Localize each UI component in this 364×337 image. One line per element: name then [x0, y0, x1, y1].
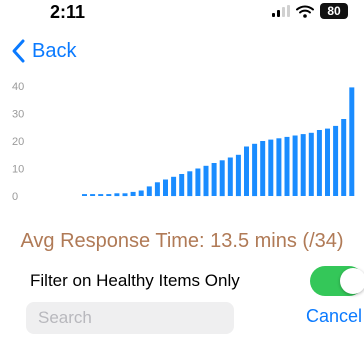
- chart-bar: [219, 160, 225, 197]
- battery-icon: 80: [320, 3, 348, 19]
- cancel-button[interactable]: Cancel: [306, 306, 362, 327]
- avg-response-time: Avg Response Time: 13.5 mins (/34): [20, 230, 344, 252]
- y-tick-label: 0: [12, 191, 18, 203]
- chart-bar: [276, 138, 282, 197]
- y-tick-label: 20: [12, 136, 24, 148]
- status-icons: 80: [272, 3, 348, 19]
- chart-bar: [235, 154, 241, 197]
- chart-bar: [114, 193, 120, 197]
- chart-bar: [227, 157, 233, 196]
- chart-bar: [171, 176, 177, 197]
- chart-bar: [163, 179, 168, 196]
- filter-label: Filter on Healthy Items Only: [30, 271, 240, 290]
- chart-bar: [106, 194, 112, 196]
- status-time: 2:11: [50, 2, 86, 22]
- chart-bar: [179, 174, 185, 196]
- toggle-knob: [340, 268, 364, 294]
- chart-bar: [260, 141, 266, 196]
- y-tick-label: 40: [12, 81, 24, 93]
- chart-bar: [244, 146, 249, 196]
- chart-bar: [316, 130, 322, 196]
- response-time-chart: 0 10 20 30 40: [12, 81, 355, 203]
- back-label: Back: [32, 39, 77, 62]
- chart-bar: [325, 128, 330, 196]
- y-tick-label: 10: [12, 164, 24, 176]
- chart-bar: [349, 87, 355, 196]
- signal-icon: [272, 5, 290, 17]
- chart-bar: [308, 132, 314, 196]
- filter-row: Filter on Healthy Items Only: [0, 262, 364, 298]
- chart-bar: [90, 194, 96, 196]
- chart-bar: [341, 119, 347, 196]
- chart-bar: [211, 163, 217, 196]
- chart-bar: [300, 134, 306, 196]
- chart-bar: [292, 135, 298, 196]
- chart-bar: [122, 193, 128, 197]
- chart-bar: [252, 143, 258, 197]
- chart-bar: [138, 190, 144, 196]
- chart-bar: [268, 139, 274, 196]
- search-input[interactable]: [26, 302, 234, 334]
- chart-bar: [284, 136, 290, 196]
- chart-bar: [146, 186, 152, 196]
- chart-bar: [187, 171, 193, 197]
- chart-bar: [130, 191, 136, 196]
- wifi-icon: [296, 5, 314, 18]
- y-tick-label: 30: [12, 109, 24, 121]
- chart-bar: [333, 125, 339, 196]
- chart-bar: [195, 168, 201, 196]
- chart-bar: [203, 165, 209, 197]
- chart-bar: [98, 194, 104, 196]
- back-button[interactable]: Back: [10, 36, 76, 66]
- chevron-left-icon: [12, 39, 25, 63]
- status-bar: 2:11 80: [0, 0, 364, 30]
- healthy-filter-toggle[interactable]: [310, 266, 364, 296]
- chart-bar: [154, 182, 160, 197]
- chart-bar: [82, 194, 87, 196]
